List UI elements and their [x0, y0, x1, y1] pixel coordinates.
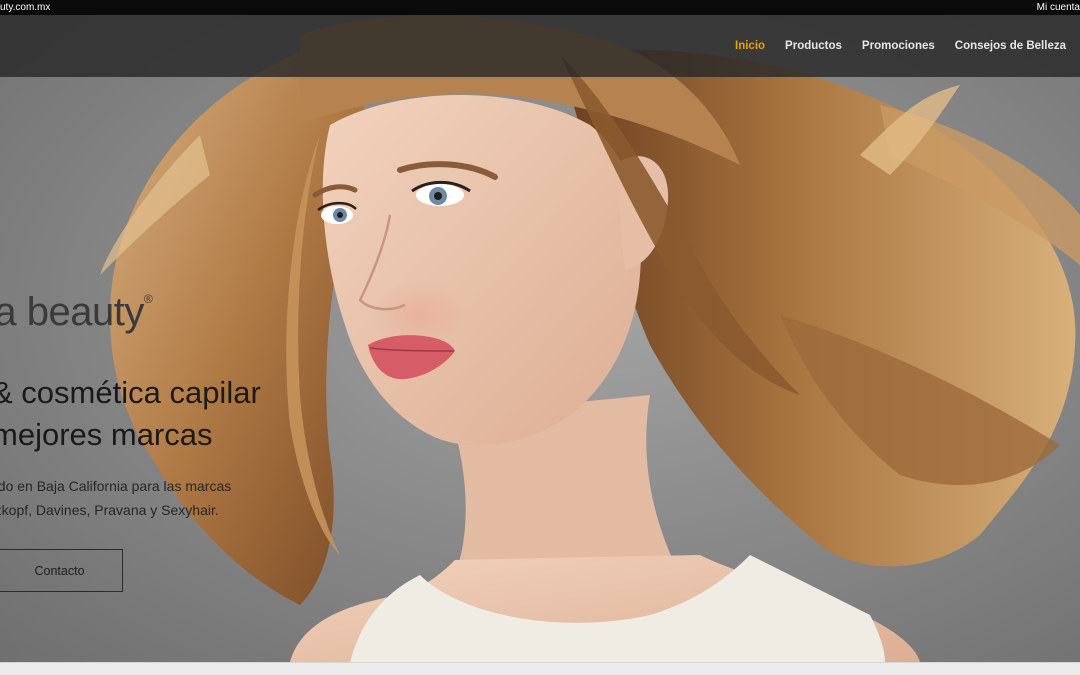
- contact-button[interactable]: Contacto: [0, 549, 123, 592]
- hero-headline-line-1: & cosmética capilar: [0, 375, 261, 410]
- hero-subtext-line-1: ado en Baja California para las marcas: [0, 478, 232, 494]
- hero-headline-line-2: mejores marcas: [0, 417, 213, 452]
- main-nav: Inicio Productos Promociones Consejos de…: [735, 15, 1066, 77]
- hero-subtext: ado en Baja California para las marcas r…: [0, 474, 231, 522]
- hero-subtext-line-2: rzkopf, Davines, Pravana y Sexyhair.: [0, 502, 219, 518]
- page: uty.com.mx Mi cuenta Inicio Productos Pr…: [0, 0, 1080, 675]
- hero-headline: & cosmética capilar mejores marcas: [0, 372, 322, 456]
- hero-model-photo: [100, 15, 1080, 662]
- nav-item-inicio[interactable]: Inicio: [735, 40, 765, 52]
- site-url-text: uty.com.mx: [0, 2, 51, 13]
- face: [322, 95, 641, 446]
- nav-item-productos[interactable]: Productos: [785, 40, 842, 52]
- section-divider: [0, 662, 1080, 675]
- brand-logo: ja beauty®: [0, 290, 153, 335]
- my-account-link[interactable]: Mi cuenta: [1037, 0, 1080, 15]
- main-nav-bar: Inicio Productos Promociones Consejos de…: [0, 15, 1080, 77]
- hero-section: [0, 15, 1080, 662]
- nav-item-promociones[interactable]: Promociones: [862, 40, 935, 52]
- top-bar: uty.com.mx Mi cuenta: [0, 0, 1080, 15]
- registered-mark: ®: [143, 292, 153, 306]
- brand-logo-text: ja beauty: [0, 290, 144, 334]
- nav-item-consejos-de-belleza[interactable]: Consejos de Belleza: [955, 40, 1066, 52]
